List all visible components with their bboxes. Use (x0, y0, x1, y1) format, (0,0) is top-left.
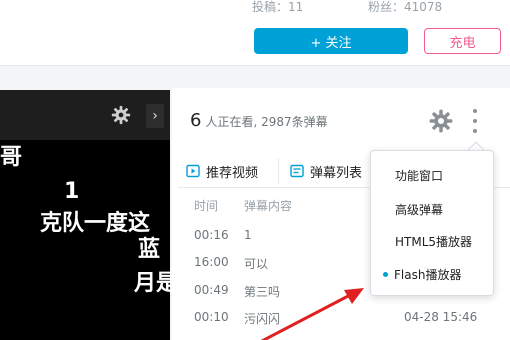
column-header-time: 时间 (194, 199, 219, 213)
page-root: 投稿：11 粉丝：41078 + 关注 充电 › 哥 1 克队一度这 蓝 月是 … (0, 0, 510, 340)
uploader-header: 投稿：11 粉丝：41078 + 关注 充电 (0, 0, 510, 66)
viewer-info: 6 人正在看, 2987条弹幕 (190, 110, 328, 134)
viewer-text: 人正在看, 2987条弹幕 (205, 115, 328, 129)
selected-dot-icon (383, 271, 388, 277)
more-dot (473, 109, 477, 113)
charge-button[interactable]: 充电 (424, 28, 501, 54)
annotation-arrow-icon (260, 288, 364, 340)
tab-recommended-videos[interactable]: 推荐视频 (186, 154, 258, 188)
menu-item-function-window[interactable]: 功能窗口 (395, 167, 443, 185)
menu-item-html5-player[interactable]: HTML5播放器 (395, 233, 472, 251)
fans-count: 粉丝：41078 (368, 0, 443, 14)
danmaku-text: 蓝 (138, 237, 161, 262)
danmaku-text: 哥 (0, 145, 23, 170)
tab-danmaku-list[interactable]: 弹幕列表 (290, 154, 362, 188)
menu-item-flash-player[interactable]: Flash播放器 (383, 265, 461, 283)
posts-count: 投稿：11 (252, 0, 304, 14)
tab-divider (278, 158, 279, 184)
viewer-count: 6 (190, 110, 202, 131)
panel-settings-gear-icon[interactable] (428, 108, 454, 134)
menu-item-advanced-danmaku[interactable]: 高级弹幕 (395, 201, 443, 219)
row-time: 00:10 (194, 310, 229, 324)
danmaku-list-icon (290, 164, 304, 178)
tab-label: 弹幕列表 (310, 165, 363, 181)
column-header-content: 弹幕内容 (244, 199, 293, 213)
row-date: 04-28 15:46 (404, 310, 478, 324)
row-time: 00:16 (194, 228, 229, 242)
follow-button[interactable]: + 关注 (254, 28, 408, 54)
menu-item-label: Flash播放器 (394, 267, 462, 282)
row-time: 00:49 (194, 283, 229, 297)
more-dot (473, 119, 477, 123)
more-dot (473, 129, 477, 133)
player-settings-gear-icon[interactable] (110, 104, 132, 126)
play-video-icon (186, 164, 200, 178)
tab-label: 推荐视频 (206, 165, 259, 181)
danmaku-text: 1 (64, 179, 80, 204)
danmaku-text: 克队一度这 (40, 211, 151, 236)
row-time: 16:00 (194, 255, 229, 269)
player-toolbar (0, 90, 170, 140)
more-menu-icon[interactable] (468, 106, 482, 136)
player-switch-dropdown: 功能窗口 高级弹幕 HTML5播放器 Flash播放器 (370, 150, 494, 296)
player-expand-arrow-icon[interactable]: › (146, 104, 164, 128)
